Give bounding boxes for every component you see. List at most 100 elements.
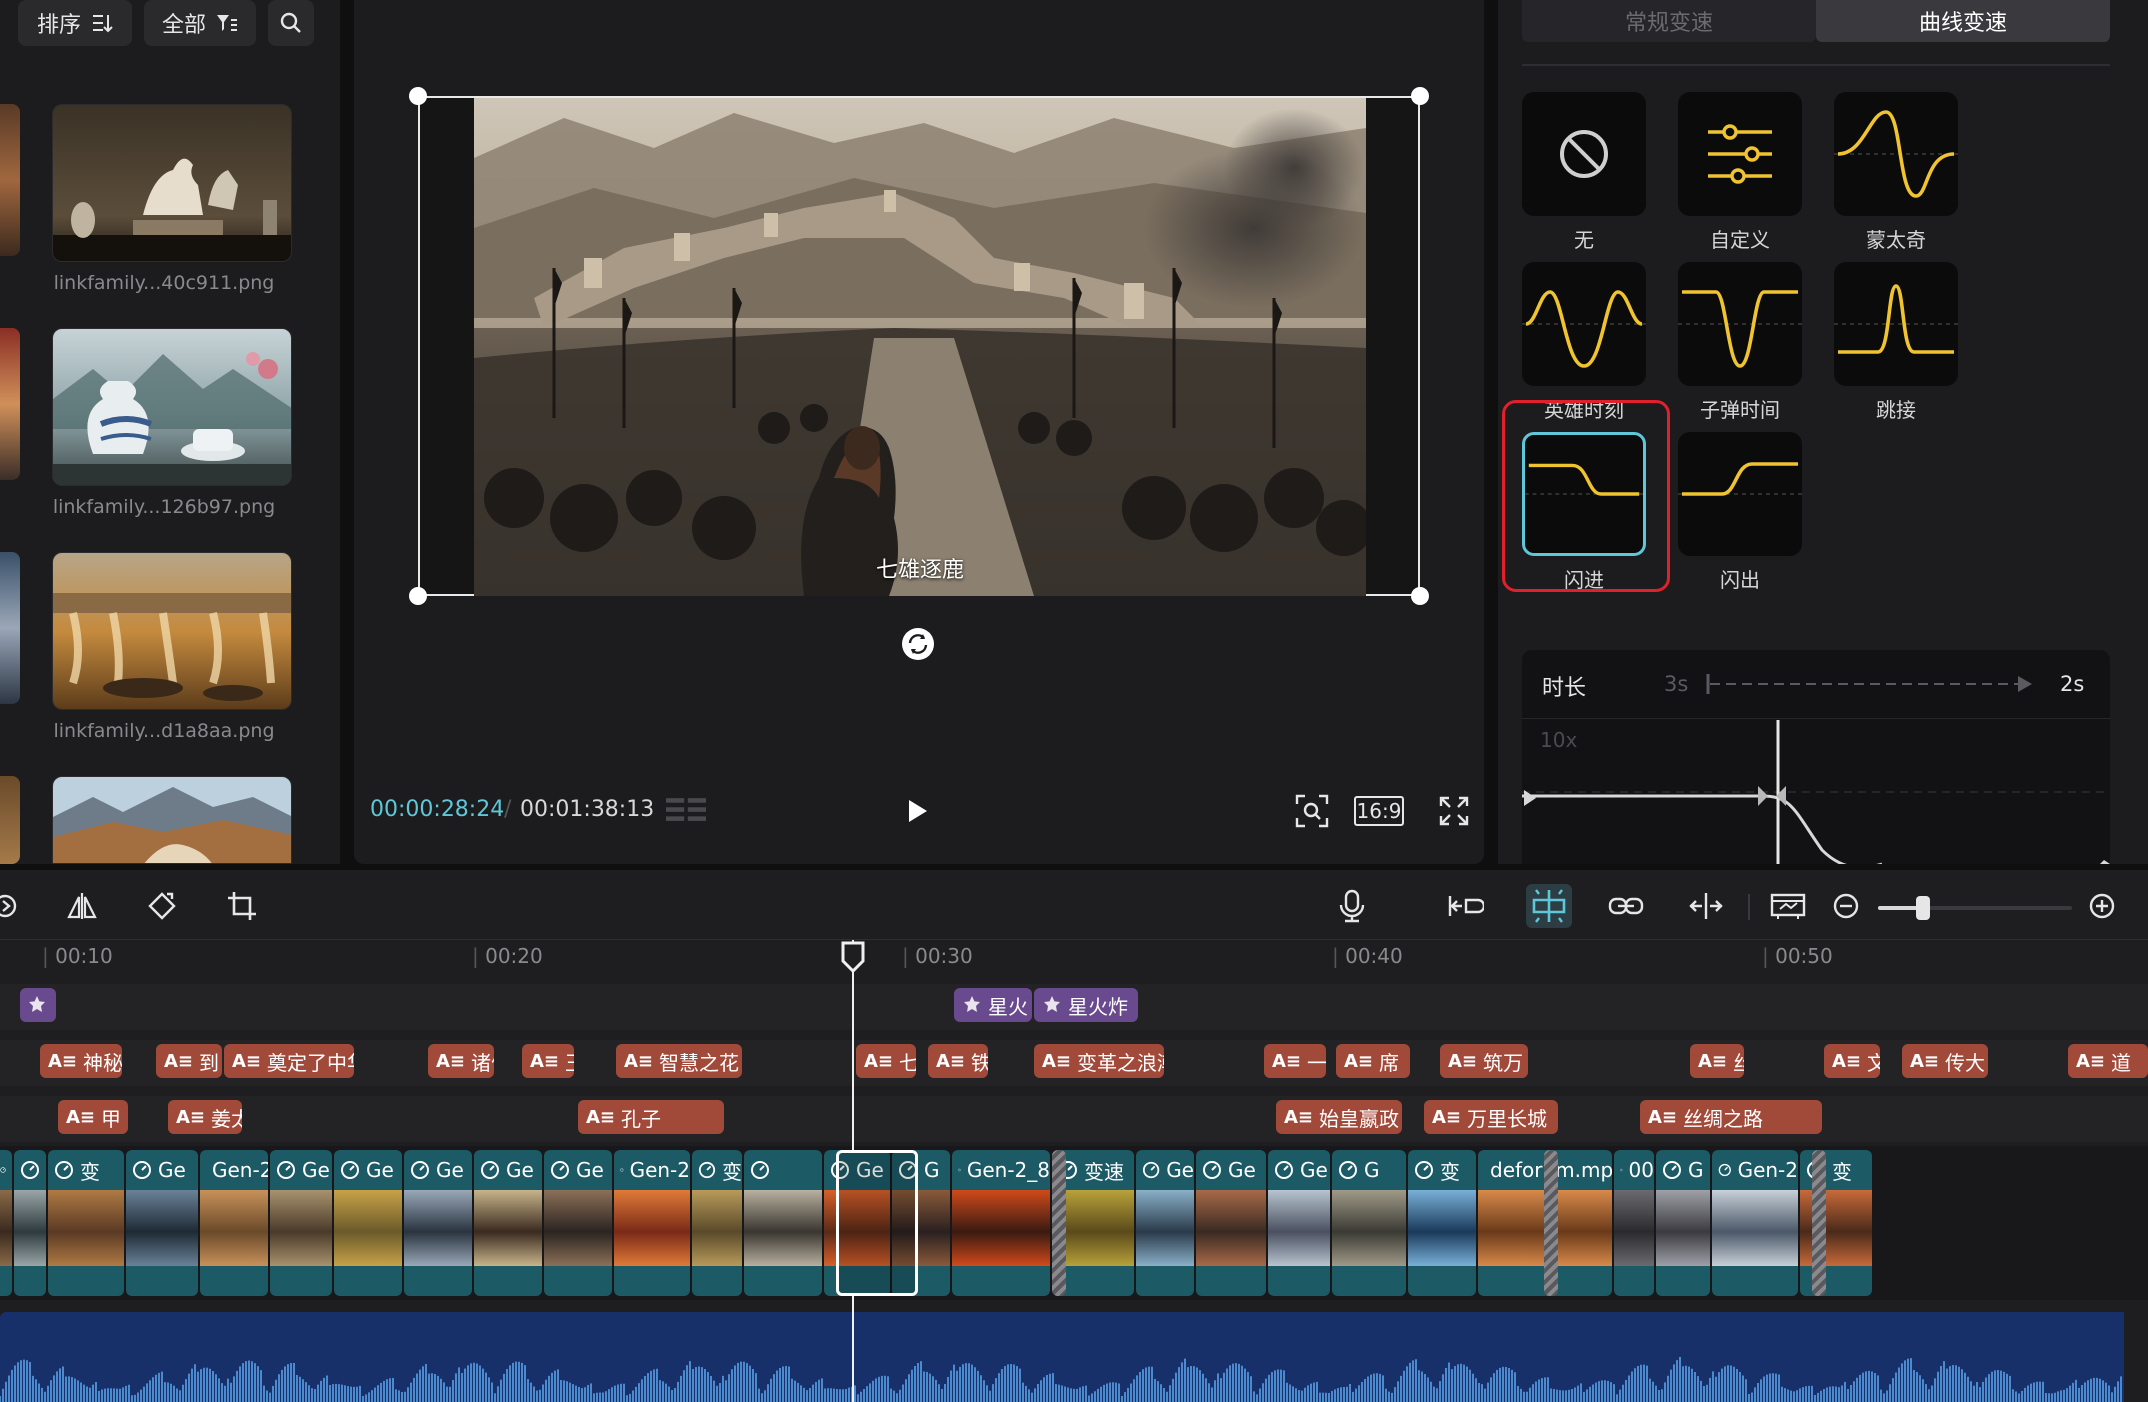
preset-flash-in[interactable]	[1522, 432, 1646, 556]
text-clip[interactable]: A≡ 丝绸之路	[1640, 1100, 1822, 1134]
text-clip[interactable]: A≡变革之浪潮	[1034, 1044, 1164, 1078]
video-clip[interactable]: 变	[692, 1150, 742, 1296]
record-voice-button[interactable]	[1332, 886, 1372, 926]
text-clip[interactable]: A≡ 文	[1824, 1044, 1880, 1078]
resize-handle-top-right[interactable]	[1411, 87, 1429, 105]
text-clip[interactable]: A≡ 七	[856, 1044, 916, 1078]
text-clip[interactable]: A≡ 铁	[928, 1044, 988, 1078]
video-clip[interactable]: Gen-2	[200, 1150, 268, 1296]
text-clip[interactable]: A≡ 始皇嬴政	[1276, 1100, 1402, 1134]
video-clip[interactable]: G	[1656, 1150, 1710, 1296]
text-clip[interactable]: A≡ 万里长城	[1424, 1100, 1558, 1134]
play-button[interactable]	[898, 791, 938, 831]
media-thumb-partial[interactable]	[0, 328, 20, 480]
text-clip[interactable]: A≡ 传大	[1902, 1044, 1988, 1078]
speed-curve-graph[interactable]	[1522, 720, 2110, 864]
text-clip[interactable]: A≡ 道	[2068, 1044, 2148, 1078]
text-clip[interactable]: A≡ 神秘	[40, 1044, 122, 1078]
transition-marker[interactable]	[1812, 1150, 1826, 1296]
video-clip[interactable]	[0, 1150, 12, 1296]
video-clip[interactable]	[14, 1150, 46, 1296]
screenshot-button[interactable]	[1292, 791, 1332, 831]
text-clip[interactable]: A≡ 筑万	[1440, 1044, 1528, 1078]
video-clip[interactable]: Gen-2	[614, 1150, 690, 1296]
preset-hero-moment[interactable]	[1522, 262, 1646, 386]
chapter-list-button[interactable]	[666, 790, 706, 830]
resize-handle-bottom-left[interactable]	[409, 587, 427, 605]
video-clip[interactable]: 变	[1408, 1150, 1476, 1296]
preset-montage[interactable]	[1834, 92, 1958, 216]
text-clip[interactable]: A≡ 智慧之花	[616, 1044, 742, 1078]
video-clip[interactable]: Ge	[126, 1150, 198, 1296]
mirror-button[interactable]	[62, 886, 102, 926]
preset-jump-cut[interactable]	[1834, 262, 1958, 386]
selected-video-clip[interactable]	[836, 1150, 918, 1296]
video-clip[interactable]: 变	[1800, 1150, 1872, 1296]
zoom-out-button[interactable]	[1826, 886, 1866, 926]
video-clip[interactable]	[744, 1150, 822, 1296]
preset-custom[interactable]	[1678, 92, 1802, 216]
fullscreen-button[interactable]	[1434, 791, 1474, 831]
media-thumb[interactable]	[52, 328, 292, 486]
text-clip[interactable]: A≡奠定了中华	[224, 1044, 354, 1078]
playhead-handle[interactable]	[840, 940, 866, 974]
video-clip[interactable]: Gen-2_8	[952, 1150, 1050, 1296]
text-clip[interactable]: A≡ 到	[156, 1044, 222, 1078]
text-clip[interactable]: A≡ 一	[1264, 1044, 1326, 1078]
zoom-slider-track[interactable]	[1878, 906, 2072, 910]
effect-clip[interactable]: 星火炸	[1034, 988, 1138, 1022]
preview-axis-button[interactable]	[1768, 886, 1808, 926]
media-thumb[interactable]	[52, 776, 292, 864]
rotate-button[interactable]	[898, 624, 938, 664]
audio-clip[interactable]	[0, 1312, 2124, 1402]
zoom-in-button[interactable]	[2082, 886, 2122, 926]
text-clip[interactable]: A≡ 孔子	[578, 1100, 724, 1134]
video-clip[interactable]: Ge	[1268, 1150, 1330, 1296]
text-clip[interactable]: A≡ 席	[1336, 1044, 1410, 1078]
video-clip[interactable]: 00	[1614, 1150, 1654, 1296]
text-clip[interactable]: A≡ 姜太	[168, 1100, 242, 1134]
rotate-clip-button[interactable]	[142, 886, 182, 926]
preset-flash-out[interactable]	[1678, 432, 1802, 556]
media-thumb[interactable]	[52, 104, 292, 262]
media-thumb-partial[interactable]	[0, 104, 20, 256]
sort-button[interactable]: 排序	[18, 0, 132, 46]
video-clip[interactable]: Ge	[1196, 1150, 1266, 1296]
main-track-magnet-button[interactable]	[1446, 886, 1486, 926]
video-clip[interactable]: Gen-2	[1712, 1150, 1798, 1296]
preset-bullet-time[interactable]	[1678, 262, 1802, 386]
split-button[interactable]	[1686, 886, 1726, 926]
video-clip[interactable]: Ge	[1136, 1150, 1194, 1296]
video-clip[interactable]: Ge	[544, 1150, 612, 1296]
transition-marker[interactable]	[1544, 1150, 1558, 1296]
tab-normal-speed[interactable]: 常规变速	[1522, 0, 1816, 42]
zoom-slider-thumb[interactable]	[1916, 896, 1930, 920]
video-clip[interactable]: Ge	[404, 1150, 472, 1296]
text-clip[interactable]: A≡诸侯	[428, 1044, 494, 1078]
auto-snap-button[interactable]	[1526, 884, 1572, 928]
transition-marker[interactable]	[1052, 1150, 1066, 1296]
crop-button[interactable]	[222, 886, 262, 926]
effect-clip[interactable]	[20, 988, 56, 1022]
media-thumb-partial[interactable]	[0, 552, 20, 704]
aspect-ratio-button[interactable]: 16:9	[1354, 796, 1404, 826]
search-button[interactable]	[268, 0, 314, 46]
text-clip[interactable]: A≡ 甲	[58, 1100, 128, 1134]
tab-curve-speed[interactable]: 曲线变速	[1816, 0, 2110, 42]
preset-none[interactable]	[1522, 92, 1646, 216]
effect-clip[interactable]: 星火	[954, 988, 1032, 1022]
video-clip[interactable]: G	[1332, 1150, 1406, 1296]
media-thumb[interactable]	[52, 552, 292, 710]
filter-button[interactable]: 全部	[144, 0, 256, 46]
text-clip[interactable]: A≡王	[522, 1044, 574, 1078]
undo-tool-button[interactable]	[0, 886, 30, 926]
video-clip[interactable]: Ge	[270, 1150, 332, 1296]
video-clip[interactable]: Ge	[334, 1150, 402, 1296]
media-thumb-partial[interactable]	[0, 776, 20, 864]
resize-handle-top-left[interactable]	[409, 87, 427, 105]
text-clip[interactable]: A≡ 丝	[1690, 1044, 1744, 1078]
video-clip[interactable]: 变	[48, 1150, 124, 1296]
resize-handle-bottom-right[interactable]	[1411, 587, 1429, 605]
video-clip[interactable]: Ge	[474, 1150, 542, 1296]
linkage-button[interactable]	[1606, 886, 1646, 926]
